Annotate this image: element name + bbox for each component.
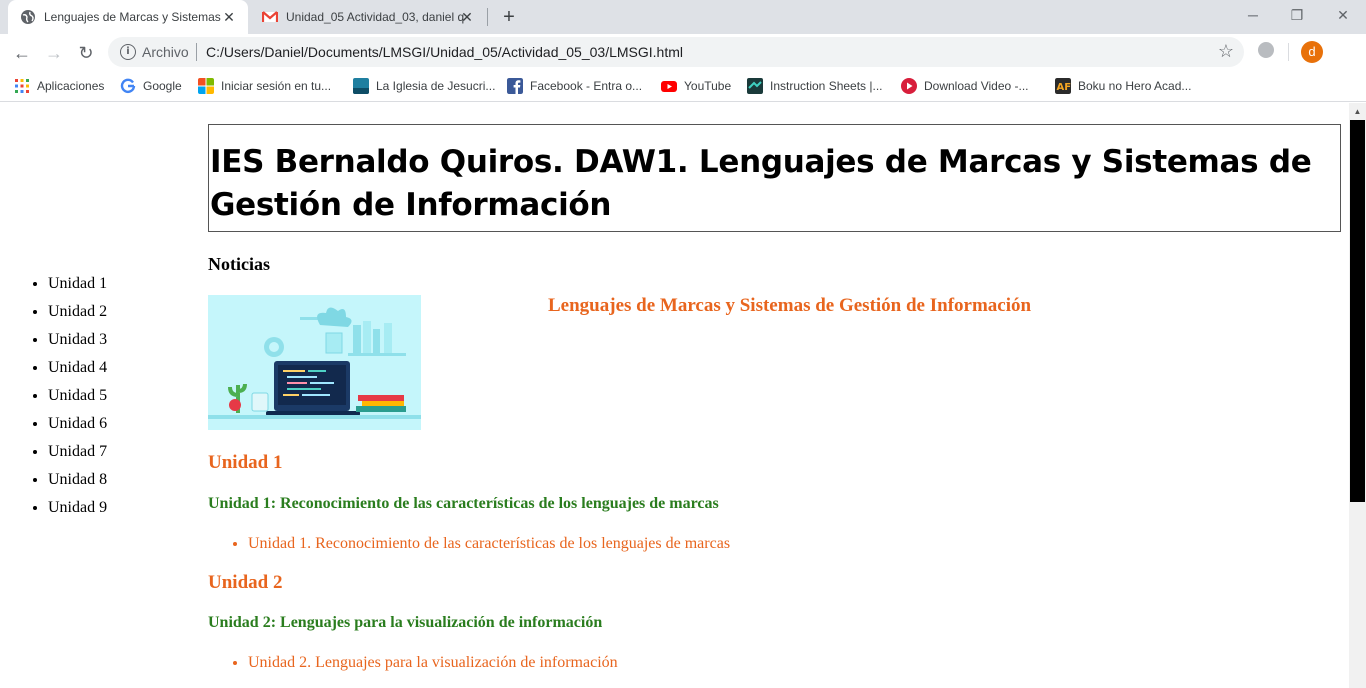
svg-text:AF: AF [1057, 82, 1072, 93]
bookmark-instruction-sheets[interactable]: Instruction Sheets |... [747, 77, 883, 95]
unit-2-subtitle: Unidad 2: Lenguajes para la visualizació… [208, 614, 603, 631]
close-tab-icon[interactable]: ✕ [220, 8, 238, 26]
toolbar-divider [1288, 43, 1289, 61]
bookmark-download-video[interactable]: Download Video -... [901, 77, 1029, 95]
tab-title: Lenguajes de Marcas y Sistemas [44, 10, 221, 24]
bookmark-label: Iniciar sesión en tu... [221, 79, 332, 93]
instructions-icon [747, 78, 763, 94]
unit-1-links: Unidad 1. Reconocimiento de las caracter… [208, 534, 730, 554]
sidebar-item-unidad-1[interactable]: Unidad 1 [48, 270, 107, 298]
youtube-icon [661, 81, 677, 92]
bookmark-iglesia[interactable]: La Iglesia de Jesucri... [353, 77, 495, 95]
address-url[interactable]: C:/Users/Daniel/Documents/LMSGI/Unidad_0… [206, 44, 683, 60]
page-viewport: IES Bernaldo Quiros. DAW1. Lenguajes de … [0, 103, 1349, 688]
list-item: Unidad 1. Reconocimiento de las caracter… [248, 534, 730, 554]
globe-icon [21, 10, 35, 24]
restore-button[interactable]: ❐ [1274, 0, 1320, 30]
tab-divider [487, 8, 488, 26]
sidebar-item-unidad-8[interactable]: Unidad 8 [48, 466, 107, 494]
workspace-illustration [208, 295, 421, 430]
extension-icon[interactable] [1258, 42, 1274, 58]
profile-avatar[interactable]: d [1301, 41, 1323, 63]
apps-grid-icon [15, 79, 29, 93]
unit-2-links: Unidad 2. Lenguajes para la visualizació… [208, 653, 618, 673]
address-scheme-label: Archivo [142, 44, 189, 60]
address-bar[interactable]: i Archivo C:/Users/Daniel/Documents/LMSG… [108, 37, 1244, 67]
back-button[interactable]: ← [10, 41, 34, 65]
google-icon [120, 78, 136, 93]
page-header: IES Bernaldo Quiros. DAW1. Lenguajes de … [208, 124, 1341, 232]
sidebar-item-unidad-5[interactable]: Unidad 5 [48, 382, 107, 410]
scrollbar-thumb[interactable] [1350, 120, 1365, 502]
sidebar-item-unidad-4[interactable]: Unidad 4 [48, 354, 107, 382]
animeflv-icon: AF [1055, 78, 1071, 94]
close-tab-icon[interactable]: ✕ [458, 8, 476, 26]
bookmark-facebook[interactable]: Facebook - Entra o... [507, 77, 642, 95]
page-title: IES Bernaldo Quiros. DAW1. Lenguajes de … [210, 144, 1312, 223]
unit-1-link[interactable]: Unidad 1. Reconocimiento de las caracter… [248, 535, 730, 552]
bookmark-label: La Iglesia de Jesucri... [376, 79, 496, 93]
tab-lenguajes[interactable]: Lenguajes de Marcas y Sistemas ✕ [8, 0, 248, 34]
minimize-button[interactable]: ─ [1230, 0, 1276, 30]
unit-2-heading: Unidad 2 [208, 572, 283, 593]
tab-strip: Lenguajes de Marcas y Sistemas ✕ Unidad_… [0, 0, 1366, 34]
bookmark-star-icon[interactable]: ☆ [1218, 41, 1234, 62]
sidebar-item-unidad-7[interactable]: Unidad 7 [48, 438, 107, 466]
bookmark-iniciar-sesion[interactable]: Iniciar sesión en tu... [198, 77, 331, 95]
bookmark-label: Aplicaciones [37, 79, 105, 93]
news-heading: Noticias [208, 254, 270, 274]
facebook-icon [507, 78, 523, 94]
bookmark-google[interactable]: Google [120, 77, 182, 95]
church-icon [353, 78, 369, 94]
unit-1-heading: Unidad 1 [208, 452, 283, 473]
browser-toolbar: ← → ↻ i Archivo C:/Users/Daniel/Document… [0, 34, 1366, 96]
close-window-button[interactable]: ✕ [1320, 0, 1366, 30]
bookmark-label: Google [143, 79, 182, 93]
list-item: Unidad 2. Lenguajes para la visualizació… [248, 653, 618, 673]
download-video-icon [901, 78, 917, 94]
bookmarks-bar: Aplicaciones Google Iniciar sesión en tu… [0, 70, 1366, 102]
tab-gmail[interactable]: Unidad_05 Actividad_03, daniel q ✕ [250, 0, 486, 34]
gmail-icon [262, 11, 278, 22]
bookmark-label: Instruction Sheets |... [770, 79, 883, 93]
address-divider [196, 43, 197, 61]
unit-2-link[interactable]: Unidad 2. Lenguajes para la visualizació… [248, 654, 618, 671]
new-tab-button[interactable]: + [498, 6, 520, 28]
bookmark-label: YouTube [684, 79, 732, 93]
subject-title: Lenguajes de Marcas y Sistemas de Gestió… [548, 295, 1032, 316]
bookmark-label: Boku no Hero Acad... [1078, 79, 1192, 93]
tab-title: Unidad_05 Actividad_03, daniel q [286, 10, 464, 24]
sidebar-item-unidad-9[interactable]: Unidad 9 [48, 494, 107, 522]
vertical-scrollbar[interactable]: ▲ [1349, 103, 1366, 688]
sidebar-item-unidad-3[interactable]: Unidad 3 [48, 326, 107, 354]
info-icon[interactable]: i [120, 44, 136, 60]
scroll-up-arrow-icon[interactable]: ▲ [1349, 103, 1366, 120]
microsoft-icon [198, 78, 214, 94]
sidebar-nav: Unidad 1 Unidad 2 Unidad 3 Unidad 4 Unid… [0, 270, 107, 522]
bookmark-boku-no-hero[interactable]: AF Boku no Hero Acad... [1055, 77, 1191, 95]
unit-1-subtitle: Unidad 1: Reconocimiento de las caracter… [208, 495, 719, 512]
bookmark-youtube[interactable]: YouTube [661, 77, 731, 95]
bookmark-aplicaciones[interactable]: Aplicaciones [14, 77, 104, 95]
bookmark-label: Facebook - Entra o... [530, 79, 643, 93]
sidebar-item-unidad-6[interactable]: Unidad 6 [48, 410, 107, 438]
sidebar-item-unidad-2[interactable]: Unidad 2 [48, 298, 107, 326]
forward-button[interactable]: → [42, 41, 66, 65]
reload-button[interactable]: ↻ [74, 41, 98, 65]
bookmark-label: Download Video -... [924, 79, 1029, 93]
